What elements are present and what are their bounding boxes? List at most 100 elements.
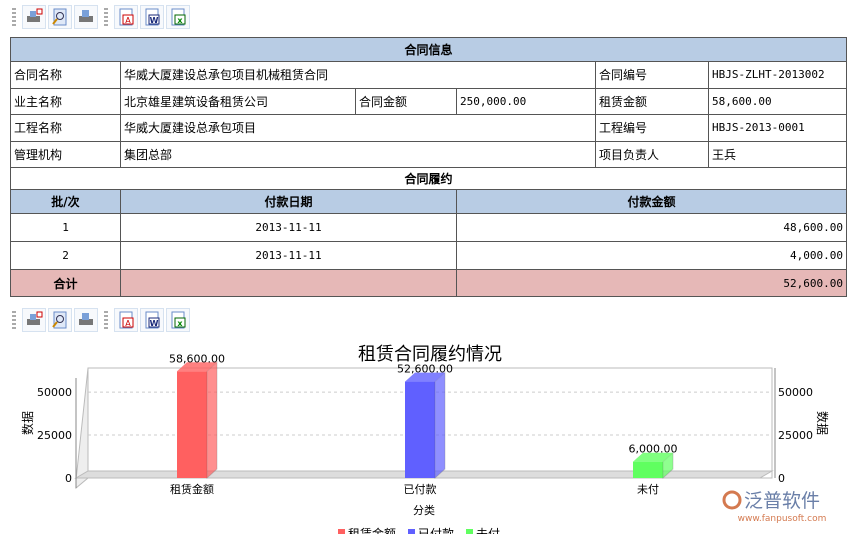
label: 租赁金额 xyxy=(595,87,709,115)
legend-swatch xyxy=(408,529,415,534)
bar xyxy=(177,371,207,478)
export-excel-button[interactable]: x xyxy=(166,308,190,332)
print-button[interactable] xyxy=(74,308,98,332)
export-pdf-icon: A xyxy=(119,311,134,329)
label: 工程名称 xyxy=(10,114,121,142)
export-excel-button[interactable]: x xyxy=(166,5,190,29)
x-tick-label: 已付款 xyxy=(404,482,437,496)
export-excel-icon: x xyxy=(171,8,186,26)
svg-text:A: A xyxy=(125,16,131,25)
org: 集团总部 xyxy=(120,140,596,168)
legend-swatch xyxy=(466,529,473,534)
col-header: 付款日期 xyxy=(120,189,457,214)
export-pdf-icon: A xyxy=(119,8,134,26)
svg-text:W: W xyxy=(150,319,159,328)
svg-text:x: x xyxy=(177,319,183,328)
print-button[interactable] xyxy=(74,5,98,29)
y-axis-label: 数据 xyxy=(20,411,35,435)
contract-name: 华威大厦建设总承包项目机械租赁合同 xyxy=(120,61,596,89)
print-setup-button[interactable] xyxy=(22,308,46,332)
watermark-brand: 泛普软件 xyxy=(744,490,820,512)
bar xyxy=(405,381,435,478)
data-label: 58,600.00 xyxy=(169,352,225,365)
toolbar-grip[interactable] xyxy=(12,8,16,26)
export-word-button[interactable]: W xyxy=(140,5,164,29)
section-title: 合同信息 xyxy=(9,37,848,62)
y2-axis-label: 数据 xyxy=(815,411,830,435)
empty xyxy=(120,269,457,297)
x-tick-label: 租赁金额 xyxy=(170,482,214,496)
date: 2013-11-11 xyxy=(120,241,457,270)
export-pdf-button[interactable]: A xyxy=(114,5,138,29)
label: 业主名称 xyxy=(10,87,121,115)
plot-wall xyxy=(75,367,89,490)
print-setup-icon xyxy=(27,8,43,22)
legend-swatch xyxy=(338,529,345,534)
export-word-button[interactable]: W xyxy=(140,308,164,332)
toolbar-separator xyxy=(104,8,108,26)
owner-name: 北京雄星建筑设备租赁公司 xyxy=(120,87,356,115)
col-header: 批/次 xyxy=(10,189,121,214)
svg-text:W: W xyxy=(150,16,159,25)
x-tick-label: 未付 xyxy=(637,483,659,496)
amount: 4,000.00 xyxy=(456,241,847,270)
label: 项目负责人 xyxy=(595,140,709,168)
label: 合同名称 xyxy=(10,61,121,89)
col-header: 付款金额 xyxy=(456,189,847,214)
print-icon xyxy=(79,10,93,22)
toolbar-separator xyxy=(104,311,108,329)
total-label: 合计 xyxy=(10,269,121,297)
table-row: 1 2013-11-11 48,600.00 xyxy=(10,213,847,242)
print-icon xyxy=(79,313,93,325)
bar xyxy=(633,461,663,478)
contract-no: HBJS-ZLHT-2013002 xyxy=(707,61,848,89)
print-preview-button[interactable] xyxy=(48,308,72,332)
performance-table: 批/次 付款日期 付款金额 1 2013-11-11 48,600.00 2 2013-1… xyxy=(10,189,847,297)
svg-text:A: A xyxy=(125,319,131,328)
legend-item: 已付款 xyxy=(418,527,454,534)
amount: 48,600.00 xyxy=(456,213,847,242)
contract-info-table: 合同信息 合同名称 华威大厦建设总承包项目机械租赁合同 合同编号 HBJS-ZLHT-… xyxy=(9,37,848,190)
bar-side xyxy=(206,361,218,480)
label: 合同编号 xyxy=(595,61,709,89)
rent-amount: 58,600.00 xyxy=(707,87,848,115)
y-tick-label: 25000 xyxy=(37,429,72,442)
label: 管理机构 xyxy=(10,140,121,168)
y-tick-label: 0 xyxy=(65,472,72,485)
legend-item: 租赁金额 xyxy=(348,526,396,534)
print-preview-icon xyxy=(52,8,67,26)
svg-text:x: x xyxy=(177,16,183,25)
export-excel-icon: x xyxy=(171,311,186,329)
print-setup-icon xyxy=(27,311,43,325)
x-axis-label: 分类 xyxy=(413,503,435,517)
data-label: 52,600.00 xyxy=(397,363,453,376)
label: 工程编号 xyxy=(595,114,709,142)
export-word-icon: W xyxy=(145,8,160,26)
batch: 2 xyxy=(10,241,121,270)
total-amount: 52,600.00 xyxy=(456,269,847,297)
total-row: 合计 52,600.00 xyxy=(10,269,847,297)
watermark-logo-icon xyxy=(722,490,742,510)
export-pdf-button[interactable]: A xyxy=(114,308,138,332)
toolbar-chart: A Wx xyxy=(8,308,190,332)
date: 2013-11-11 xyxy=(120,213,457,242)
section-title: 合同履约 xyxy=(9,167,848,190)
watermark-url: www.fanpusoft.com xyxy=(738,514,827,524)
manager: 王兵 xyxy=(707,140,848,168)
contract-amount: 250,000.00 xyxy=(456,87,596,115)
print-preview-button[interactable] xyxy=(48,5,72,29)
batch: 1 xyxy=(10,213,121,242)
table-row: 2 2013-11-11 4,000.00 xyxy=(10,241,847,270)
project-no: HBJS-2013-0001 xyxy=(707,114,848,142)
toolbar-grip[interactable] xyxy=(12,311,16,329)
export-word-icon: W xyxy=(145,311,160,329)
y-tick-label: 50000 xyxy=(37,386,72,399)
print-setup-button[interactable] xyxy=(22,5,46,29)
data-label: 6,000.00 xyxy=(629,443,678,456)
toolbar-top: A Wx xyxy=(8,5,190,29)
label: 合同金额 xyxy=(355,87,457,115)
legend-item: 未付 xyxy=(476,527,500,534)
print-preview-icon xyxy=(52,311,67,329)
y2-tick-label: 25000 xyxy=(778,429,813,442)
contract-chart: 租赁合同履约情况0 025000 2500050000 50000数据 数据58,600… xyxy=(20,344,830,534)
